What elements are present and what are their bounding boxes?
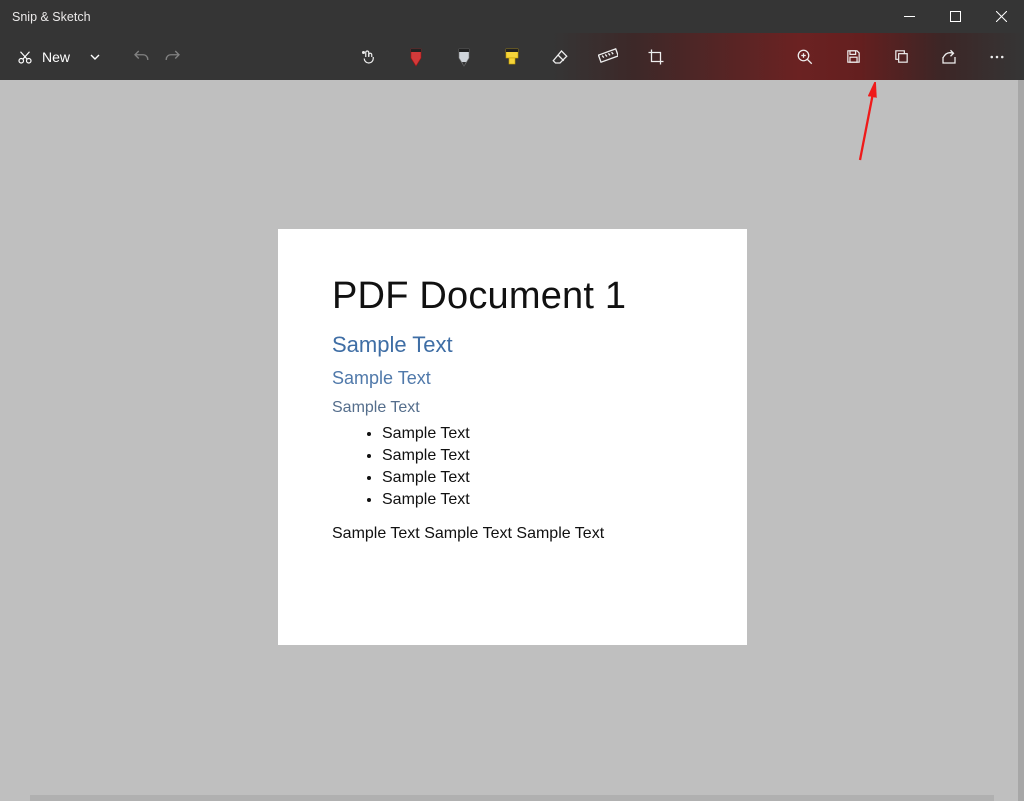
- list-item: Sample Text: [382, 467, 693, 489]
- share-button[interactable]: [934, 40, 964, 73]
- canvas-area[interactable]: PDF Document 1 Sample Text Sample Text S…: [0, 80, 1024, 801]
- touch-writing-button[interactable]: [353, 40, 383, 73]
- app-window: Snip & Sketch New: [0, 0, 1024, 801]
- highlighter-button[interactable]: [497, 40, 527, 73]
- redo-button[interactable]: [158, 40, 188, 73]
- new-snip-button[interactable]: New: [10, 40, 78, 73]
- close-button[interactable]: [978, 0, 1024, 33]
- doc-heading-2: Sample Text: [332, 368, 693, 389]
- zoom-button[interactable]: [790, 40, 820, 73]
- horizontal-scrollbar[interactable]: [30, 795, 994, 801]
- list-item: Sample Text: [382, 489, 693, 511]
- new-dropdown-button[interactable]: [80, 40, 110, 73]
- doc-paragraph: Sample Text Sample Text Sample Text: [332, 525, 693, 543]
- doc-bullet-list: Sample Text Sample Text Sample Text Samp…: [382, 423, 693, 511]
- window-controls: [886, 0, 1024, 33]
- toolbar: New: [0, 33, 1024, 80]
- crop-button[interactable]: [641, 40, 671, 73]
- titlebar: Snip & Sketch: [0, 0, 1024, 33]
- vertical-scrollbar[interactable]: [1018, 80, 1024, 801]
- minimize-button[interactable]: [886, 0, 932, 33]
- maximize-button[interactable]: [932, 0, 978, 33]
- undo-button[interactable]: [126, 40, 156, 73]
- doc-heading-3: Sample Text: [332, 399, 693, 417]
- ballpoint-pen-button[interactable]: [401, 40, 431, 73]
- more-button[interactable]: [982, 40, 1012, 73]
- list-item: Sample Text: [382, 445, 693, 467]
- annotation-arrow-icon: [854, 82, 884, 162]
- new-button-label: New: [42, 49, 70, 65]
- ruler-button[interactable]: [593, 40, 623, 73]
- app-title: Snip & Sketch: [12, 10, 91, 24]
- captured-document: PDF Document 1 Sample Text Sample Text S…: [278, 229, 747, 645]
- pencil-button[interactable]: [449, 40, 479, 73]
- copy-button[interactable]: [886, 40, 916, 73]
- doc-heading-1: Sample Text: [332, 332, 693, 358]
- save-button[interactable]: [838, 40, 868, 73]
- list-item: Sample Text: [382, 423, 693, 445]
- doc-title: PDF Document 1: [332, 275, 693, 318]
- snip-icon: [16, 48, 34, 66]
- eraser-button[interactable]: [545, 40, 575, 73]
